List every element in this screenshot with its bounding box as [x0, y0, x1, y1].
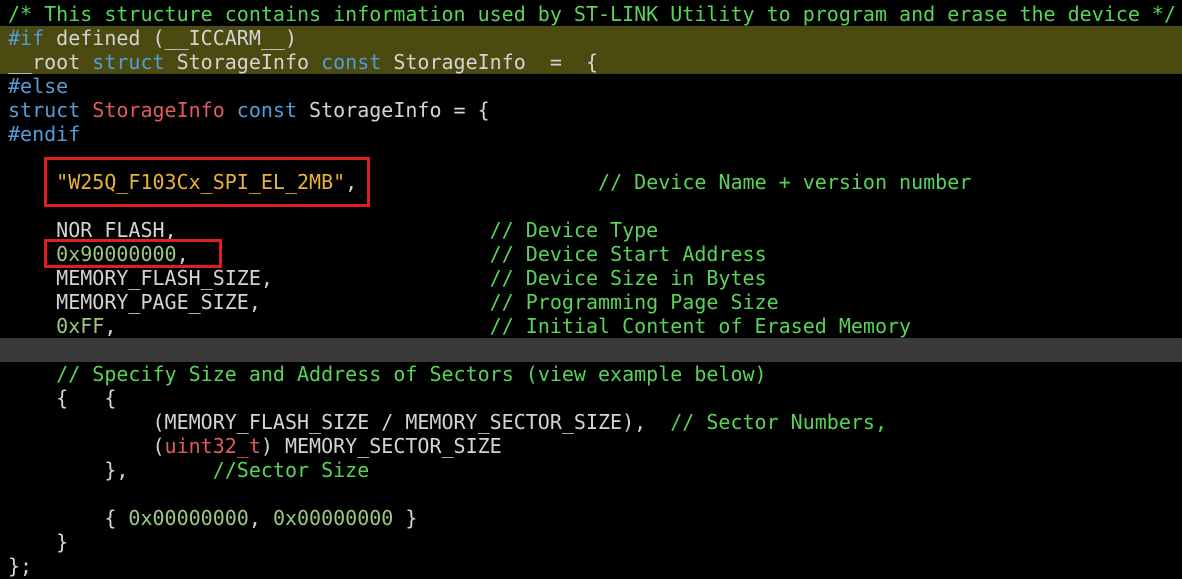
code-line-text: }, //Sector Size: [8, 458, 369, 482]
code-token: // Device Type: [489, 218, 659, 242]
code-line[interactable]: __root struct StorageInfo const StorageI…: [0, 50, 1182, 74]
code-token: #endif: [8, 122, 81, 146]
code-editor[interactable]: /* This structure contains information u…: [0, 0, 1182, 579]
code-line[interactable]: }, //Sector Size: [0, 458, 1182, 482]
code-token: ,: [104, 314, 490, 338]
code-token: // Specify Size and Address of Sectors (…: [56, 362, 767, 386]
code-token: 0x00000000: [272, 506, 394, 530]
code-line[interactable]: MEMORY_FLASH_SIZE, // Device Size in Byt…: [0, 266, 1182, 290]
code-line[interactable]: (uint32_t) MEMORY_SECTOR_SIZE: [0, 434, 1182, 458]
code-token: uint32_t: [164, 434, 261, 458]
code-line-text: __root struct StorageInfo const StorageI…: [8, 50, 598, 74]
code-line[interactable]: /* This structure contains information u…: [0, 2, 1182, 26]
code-line-text: struct StorageInfo const StorageInfo = {: [8, 98, 490, 122]
code-line[interactable]: { {: [0, 386, 1182, 410]
code-token: };: [8, 554, 33, 578]
code-token: 0xFF: [56, 314, 105, 338]
code-token: #if: [8, 26, 45, 50]
device-name-annotation-box: [44, 157, 370, 207]
code-token: 0x00000000: [128, 506, 249, 530]
code-token: { {: [8, 386, 117, 410]
code-token: // Device Start Address: [489, 242, 767, 266]
start-address-annotation-box: [44, 239, 222, 268]
code-line[interactable]: // Specify Size and Address of Sectors (…: [0, 362, 1182, 386]
code-token: MEMORY_PAGE_SIZE,: [8, 290, 490, 314]
code-line-text: (uint32_t) MEMORY_SECTOR_SIZE: [8, 434, 502, 458]
code-token: },: [8, 458, 213, 482]
code-token: ,: [176, 242, 490, 266]
code-token: }: [8, 530, 69, 554]
code-token: // Device Name + version number: [598, 170, 972, 194]
code-token: ,: [345, 170, 599, 194]
code-line[interactable]: #endif: [0, 122, 1182, 146]
code-line[interactable]: }: [0, 530, 1182, 554]
code-line[interactable]: MEMORY_PAGE_SIZE, // Programming Page Si…: [0, 290, 1182, 314]
code-line-text: #else: [8, 74, 68, 98]
code-line-text: (MEMORY_FLASH_SIZE / MEMORY_SECTOR_SIZE)…: [8, 410, 887, 434]
code-line-text: };: [8, 554, 32, 578]
code-token: const: [236, 98, 298, 122]
code-token: StorageInfo = {: [297, 98, 490, 122]
code-token: //Sector Size: [212, 458, 370, 482]
code-line[interactable]: #else: [0, 74, 1182, 98]
code-line[interactable]: };: [0, 554, 1182, 578]
code-line-text: }: [8, 530, 68, 554]
code-token: defined (__ICCARM__): [44, 26, 297, 50]
code-token: ,: [248, 506, 273, 530]
code-line-text: #endif: [8, 122, 80, 146]
code-token: // Device Size in Bytes: [489, 266, 767, 290]
code-token: struct: [92, 50, 165, 74]
code-token: StorageInfo = {: [381, 50, 599, 74]
code-line[interactable]: #if defined (__ICCARM__): [0, 26, 1182, 50]
code-token: (MEMORY_FLASH_SIZE / MEMORY_SECTOR_SIZE)…: [8, 410, 671, 434]
code-line[interactable]: 0xFF, // Initial Content of Erased Memor…: [0, 314, 1182, 338]
code-line-text: { 0x00000000, 0x00000000 }: [8, 506, 417, 530]
code-line-text: { {: [8, 386, 116, 410]
code-token: // Programming Page Size: [489, 290, 779, 314]
code-line[interactable]: (MEMORY_FLASH_SIZE / MEMORY_SECTOR_SIZE)…: [0, 410, 1182, 434]
code-token: StorageInfo: [164, 50, 322, 74]
code-line-text: MEMORY_PAGE_SIZE, // Programming Page Si…: [8, 290, 779, 314]
code-token: __root: [8, 50, 93, 74]
code-token: // Initial Content of Erased Memory: [489, 314, 912, 338]
code-token: #else: [8, 74, 69, 98]
code-token: {: [8, 506, 129, 530]
code-line-text: MEMORY_FLASH_SIZE, // Device Size in Byt…: [8, 266, 767, 290]
code-token: }: [393, 506, 418, 530]
code-line[interactable]: struct StorageInfo const StorageInfo = {: [0, 98, 1182, 122]
code-line[interactable]: [0, 338, 1182, 362]
code-line[interactable]: { 0x00000000, 0x00000000 }: [0, 506, 1182, 530]
code-token: const: [321, 50, 382, 74]
code-line-text: #if defined (__ICCARM__): [8, 26, 297, 50]
code-token: /* This structure contains information u…: [8, 2, 1176, 26]
code-token: StorageInfo: [92, 98, 225, 122]
code-token: // Sector Numbers,: [670, 410, 888, 434]
code-token: struct: [8, 98, 81, 122]
code-token: MEMORY_FLASH_SIZE,: [8, 266, 490, 290]
code-line-text: // Specify Size and Address of Sectors (…: [8, 362, 767, 386]
code-line[interactable]: [0, 482, 1182, 506]
code-line-text: /* This structure contains information u…: [8, 2, 1176, 26]
code-token: (: [8, 434, 165, 458]
code-token: ) MEMORY_SECTOR_SIZE: [260, 434, 502, 458]
code-line-text: 0xFF, // Initial Content of Erased Memor…: [8, 314, 911, 338]
